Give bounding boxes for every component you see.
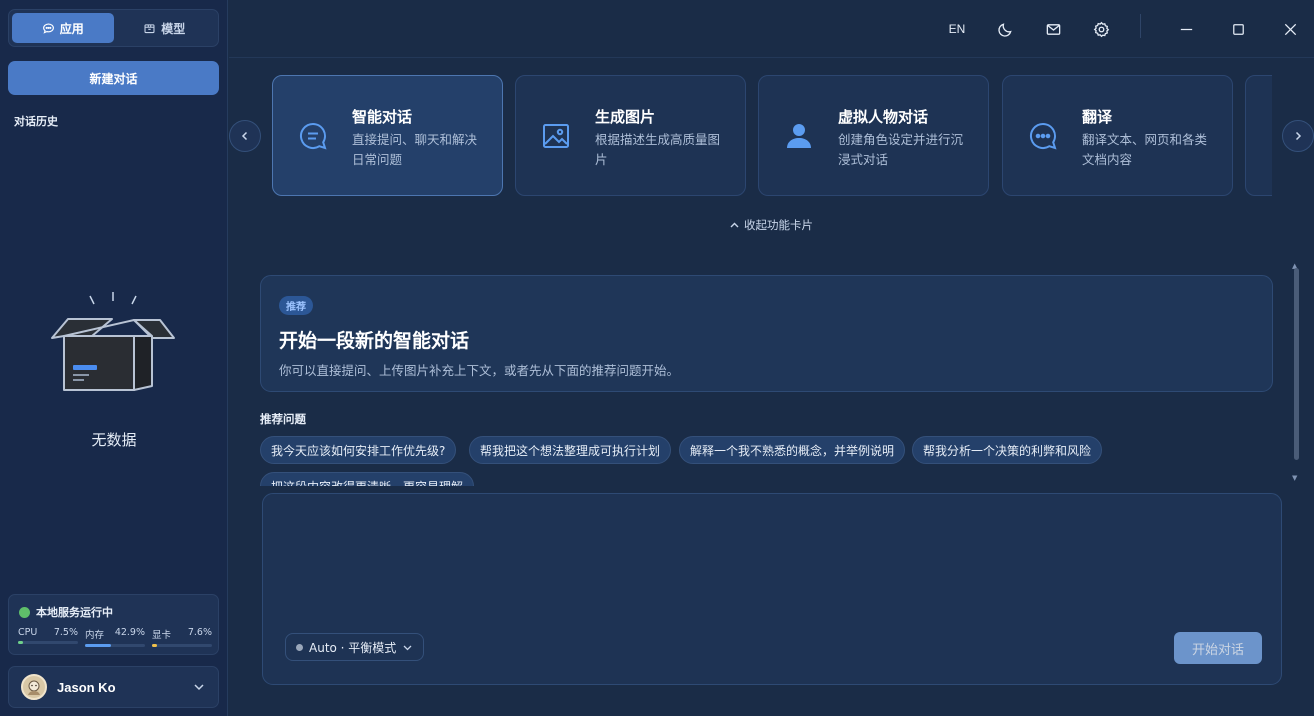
start-chat-button[interactable]: 开始对话 [1174,632,1262,664]
maximize-button[interactable] [1225,16,1251,42]
settings-button[interactable] [1088,16,1114,42]
chat-bubble-icon [42,22,54,34]
feature-card-chat[interactable]: 智能对话 直接提问、聊天和解决日常问题 [272,75,503,196]
feature-title: 虚拟人物对话 [838,108,929,126]
cube-icon [144,23,155,33]
feature-card-translate[interactable]: 翻译 翻译文本、网页和各类文档内容 [1002,75,1233,196]
moon-icon [997,22,1012,37]
resource-metrics: CPU 7.5% 内存 42.9% 显卡 7.6% [18,627,212,647]
chevron-down-icon [194,684,204,691]
welcome-subtitle: 你可以直接提问、上传图片补充上下文，或者先从下面的推荐问题开始。 [279,363,680,378]
metric-label: 内存 [85,630,105,641]
status-indicator-dot [19,606,30,618]
empty-box-icon [51,292,175,391]
gear-icon [1093,21,1109,37]
carousel-next-button[interactable] [1282,120,1314,152]
theme-toggle-button[interactable] [992,16,1018,42]
metric-bar-fill [152,644,157,647]
person-icon [787,124,811,148]
suggestion-chip[interactable]: 帮我把这个想法整理成可执行计划 [469,436,672,464]
scroll-down-arrow[interactable]: ▼ [1292,474,1297,482]
metric-value: 7.6% [187,627,212,638]
service-status-header: 本地服务运行中 [19,604,113,620]
metric-bar-fill [85,644,111,647]
service-status-card: 本地服务运行中 CPU 7.5% 内存 42.9% 显卡 7.6% [8,594,219,655]
model-select-label: Auto · 平衡模式 [309,640,397,655]
avatar-face-icon [28,680,40,695]
feature-card-persona[interactable]: 虚拟人物对话 创建角色设定并进行沉浸式对话 [758,75,989,196]
mail-icon [1046,23,1060,35]
metric-bar [152,644,212,647]
user-name: Jason Ko [57,679,116,695]
model-status-dot [296,643,303,651]
metric-cpu: CPU 7.5% [18,627,78,647]
suggestion-chip[interactable]: 解释一个我不熟悉的概念，并举例说明 [679,436,906,464]
feature-title: 智能对话 [352,108,413,126]
metric-bar [85,644,145,647]
tab-models[interactable]: 模型 [114,13,216,43]
chat-icon [299,122,327,150]
metric-value: 7.5% [53,627,78,638]
model-select[interactable]: Auto · 平衡模式 [285,633,425,661]
feature-desc: 翻译文本、网页和各类文档内容 [1082,132,1208,167]
metric-gpu: 显卡 7.6% [152,627,212,647]
feature-card-partial[interactable] [1245,75,1272,196]
feature-card-image[interactable]: 生成图片 根据描述生成高质量图片 [515,75,746,196]
feature-desc: 创建角色设定并进行沉浸式对话 [838,132,964,167]
welcome-title: 开始一段新的智能对话 [279,330,470,352]
tab-models-label: 模型 [161,21,186,36]
service-status-text: 本地服务运行中 [36,606,113,619]
suggestion-chip[interactable]: 把这段内容改得更清晰、更容易理解 [260,472,475,486]
metric-bar-fill [18,641,23,644]
sidebar: 应用 模型 新建对话 对话历史 无数据 本地服务运行中 CPU 7.5% 内存 … [0,0,228,716]
metric-label: 显卡 [152,630,172,641]
new-chat-button[interactable]: 新建对话 [8,61,219,95]
avatar [21,674,47,700]
title-bar-separator [1140,14,1141,38]
sidebar-tabs: 应用 模型 [8,9,219,47]
collapse-cards-label: 收起功能卡片 [744,218,813,232]
minimize-button[interactable] [1173,16,1199,42]
suggestion-chip[interactable]: 帮我分析一个决策的利弊和风险 [912,436,1103,464]
feature-desc: 直接提问、聊天和解决日常问题 [352,132,478,167]
message-composer[interactable]: Auto · 平衡模式 开始对话 [262,493,1282,685]
metric-memory: 内存 42.9% [85,627,145,647]
chevron-right-icon [1295,131,1302,141]
collapse-cards-button[interactable]: 收起功能卡片 [729,217,813,233]
suggestion-chip[interactable]: 我今天应该如何安排工作优先级? [260,436,457,464]
suggestions-title: 推荐问题 [260,412,306,426]
language-toggle[interactable]: EN [944,16,970,42]
feature-desc: 根据描述生成高质量图片 [595,132,721,167]
image-icon [543,124,569,148]
translate-chat-icon [1029,122,1057,150]
welcome-card: 推荐 开始一段新的智能对话 你可以直接提问、上传图片补充上下文，或者先从下面的推… [260,275,1273,392]
feature-title: 翻译 [1082,108,1113,126]
recommend-badge: 推荐 [279,296,313,315]
minimize-icon [1180,28,1192,30]
metric-label: CPU [18,627,38,638]
chevron-down-icon [403,645,412,650]
suggestion-list: 我今天应该如何安排工作优先级? 帮我把这个想法整理成可执行计划 解释一个我不熟悉… [258,436,1288,486]
user-menu[interactable]: Jason Ko [8,666,219,708]
empty-state-text: 无数据 [91,431,137,449]
close-button[interactable] [1277,16,1303,42]
carousel-prev-button[interactable] [229,120,261,152]
history-title: 对话历史 [14,115,58,128]
metric-value: 42.9% [114,627,145,638]
scrollbar-thumb[interactable] [1294,268,1299,460]
chevron-left-icon [241,131,248,141]
mail-button[interactable] [1040,16,1066,42]
title-bar: EN [229,0,1314,58]
chevron-up-icon [730,222,739,227]
tab-apps[interactable]: 应用 [12,13,114,43]
close-icon [1284,23,1296,35]
feature-carousel: 智能对话 直接提问、聊天和解决日常问题 生成图片 根据描述生成高质量图片 虚拟人… [272,75,1272,197]
maximize-icon [1232,23,1244,35]
feature-title: 生成图片 [595,108,656,126]
tab-apps-label: 应用 [59,21,84,36]
metric-bar [18,641,78,644]
